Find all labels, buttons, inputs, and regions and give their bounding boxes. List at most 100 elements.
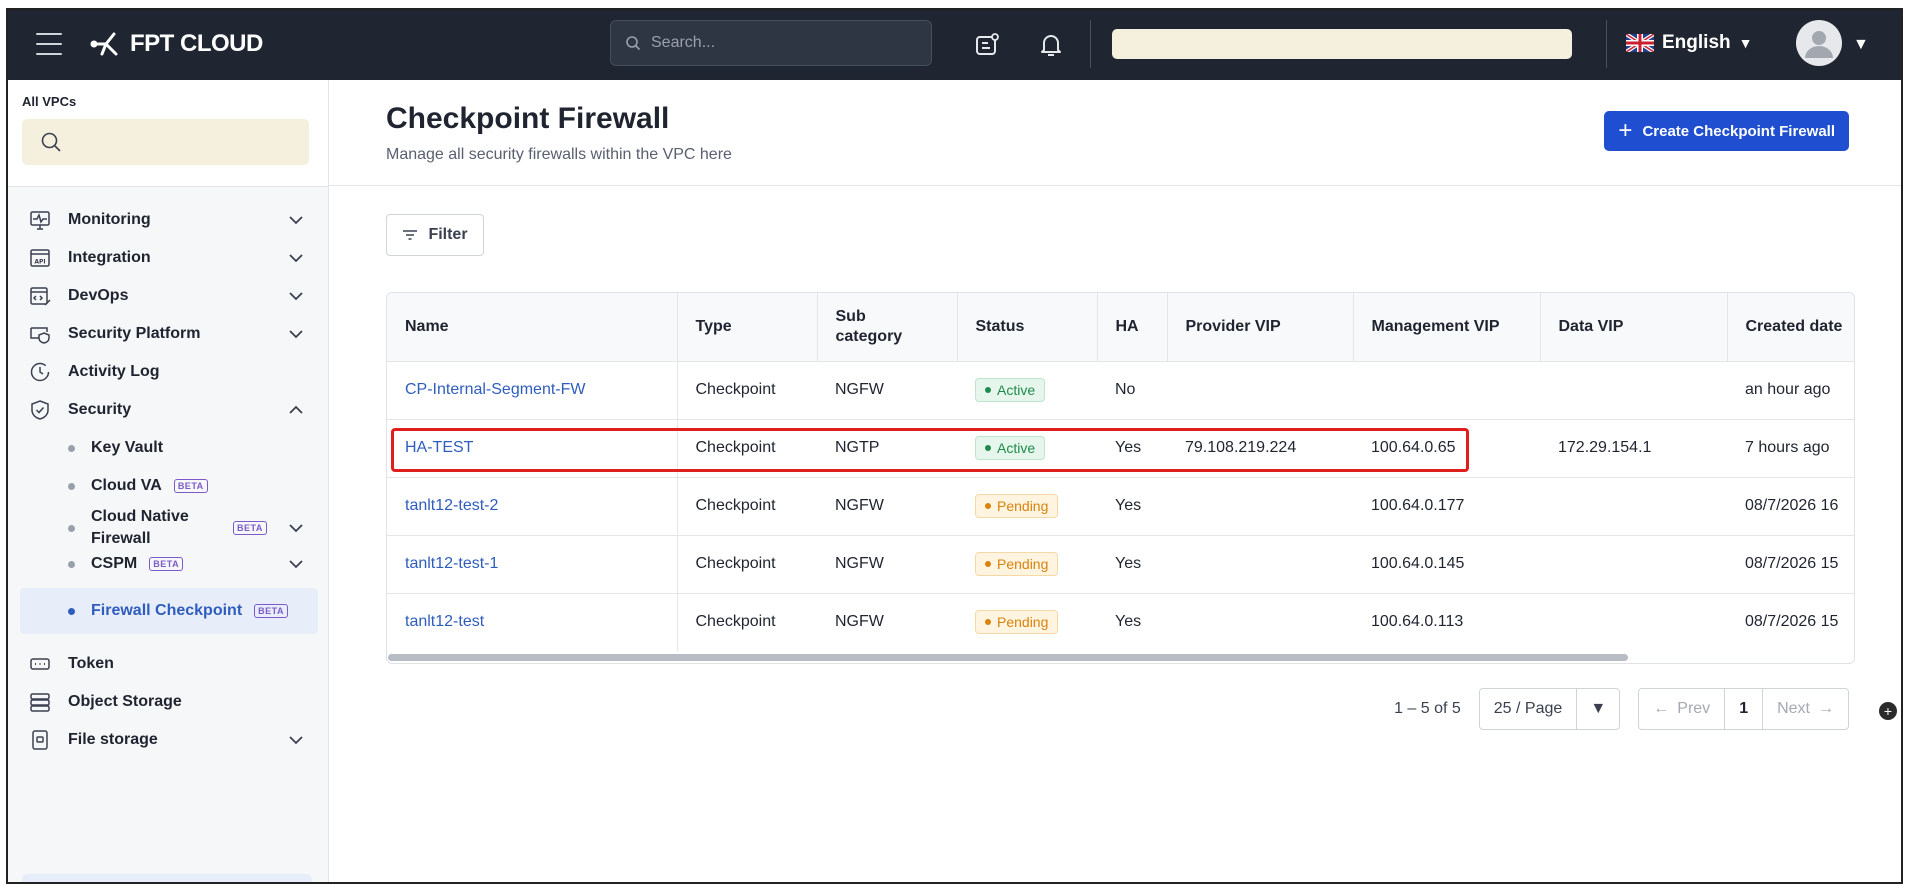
sidebar-item-label: Security <box>68 401 132 418</box>
table-row[interactable]: CP-Internal-Segment-FW Checkpoint NGFW A… <box>387 361 1854 420</box>
column-header-data-vip[interactable]: Data VIP <box>1540 293 1728 362</box>
sidebar-item-label: Object Storage <box>68 693 182 710</box>
sidebar-item-object-storage[interactable]: Object Storage <box>20 682 318 722</box>
vpc-selector: All VPCs <box>8 80 328 187</box>
beta-badge: BETA <box>149 557 184 571</box>
caret-down-icon[interactable]: ▼ <box>1577 689 1619 729</box>
data-vip-cell <box>1540 361 1727 420</box>
table-row[interactable]: tanlt12-test Checkpoint NGFW Pending Yes… <box>387 593 1854 651</box>
pagination-range: 1 – 5 of 5 <box>1394 700 1461 717</box>
horizontal-scrollbar[interactable] <box>388 654 1628 661</box>
clock-icon <box>30 362 50 382</box>
header-divider <box>1090 20 1091 68</box>
management-vip-cell <box>1353 361 1540 420</box>
status-cell: Pending <box>957 593 1097 651</box>
status-badge: Pending <box>975 494 1059 518</box>
global-search[interactable]: Search... <box>610 20 932 66</box>
chevron-up-icon <box>289 405 303 414</box>
status-badge: Active <box>975 436 1046 460</box>
column-header-sub-category[interactable]: Sub category <box>817 293 958 362</box>
column-header-status[interactable]: Status <box>957 293 1098 362</box>
language-selector[interactable]: English ▼ <box>1626 32 1752 54</box>
sidebar-item-integration[interactable]: API Integration <box>20 238 318 278</box>
sidebar-item-security-platform[interactable]: Security Platform <box>20 314 318 354</box>
sub-category-cell: NGFW <box>817 477 957 536</box>
provider-vip-cell <box>1167 535 1353 594</box>
column-header-created-date[interactable]: Created date <box>1727 293 1854 362</box>
management-vip-cell: 100.64.0.177 <box>1353 477 1540 536</box>
prev-page-button[interactable]: ← Prev <box>1639 689 1724 729</box>
fpt-logo-icon <box>90 32 118 56</box>
logo[interactable]: FPT CLOUD <box>88 28 263 60</box>
page-title: Checkpoint Firewall <box>386 102 670 135</box>
filter-button[interactable]: Filter <box>386 214 484 256</box>
sidebar-item-label: CSPM <box>91 555 138 572</box>
caret-down-icon: ▼ <box>1738 35 1753 51</box>
provider-vip-cell: 79.108.219.224 <box>1167 419 1353 478</box>
status-badge: Active <box>975 378 1046 402</box>
status-cell: Pending <box>957 477 1097 536</box>
sidebar-item-activity-log[interactable]: Activity Log <box>20 352 318 392</box>
sidebar-item-label: Cloud VA <box>91 477 162 494</box>
sidebar-item-monitoring[interactable]: Monitoring <box>20 200 318 240</box>
ha-cell: Yes <box>1097 419 1167 478</box>
next-page-button[interactable]: Next → <box>1763 689 1848 729</box>
table-row[interactable]: tanlt12-test-1 Checkpoint NGFW Pending Y… <box>387 535 1854 594</box>
svg-text:API: API <box>34 259 45 266</box>
type-cell: Checkpoint <box>677 535 817 594</box>
floating-plus-icon[interactable]: + <box>1879 702 1897 720</box>
plus-icon: + <box>1618 117 1633 144</box>
firewall-name-link[interactable]: tanlt12-test-1 <box>405 555 498 572</box>
sidebar-item-token[interactable]: Token <box>20 644 318 684</box>
table-row[interactable]: HA-TEST Checkpoint NGTP Active Yes 79.10… <box>387 419 1854 478</box>
bullet-dot <box>68 607 75 615</box>
firewall-name-link[interactable]: CP-Internal-Segment-FW <box>405 381 586 398</box>
column-header-type[interactable]: Type <box>677 293 818 362</box>
sidebar-item-devops[interactable]: DevOps <box>20 276 318 316</box>
header-redacted-field[interactable] <box>1112 29 1572 59</box>
chevron-down-icon <box>289 524 303 533</box>
sidebar-item-cloud-va[interactable]: Cloud VA BETA <box>20 466 318 506</box>
ha-cell: Yes <box>1097 477 1167 536</box>
ticket-icon[interactable] <box>974 32 1000 58</box>
column-header-management-vip[interactable]: Management VIP <box>1353 293 1541 362</box>
status-badge: Pending <box>975 610 1059 635</box>
column-header-ha[interactable]: HA <box>1097 293 1168 362</box>
menu-icon[interactable] <box>36 33 62 55</box>
current-page-button[interactable]: 1 <box>1724 689 1764 729</box>
chevron-down-icon <box>289 736 303 745</box>
management-vip-cell: 100.64.0.65 <box>1353 419 1540 478</box>
column-header-provider-vip[interactable]: Provider VIP <box>1167 293 1354 362</box>
search-placeholder: Search... <box>651 34 716 51</box>
back-to-old-ui-button[interactable]: Back to Old UI <box>22 874 312 882</box>
bell-icon[interactable] <box>1038 32 1064 58</box>
page-size-value: 25 / Page <box>1480 689 1578 729</box>
sidebar-item-firewall-checkpoint[interactable]: Firewall Checkpoint BETA <box>20 588 318 634</box>
chevron-down-icon <box>289 560 303 569</box>
page-size-select[interactable]: 25 / Page ▼ <box>1478 688 1621 730</box>
firewall-name-link[interactable]: tanlt12-test-2 <box>405 497 498 514</box>
storage-icon <box>30 693 50 712</box>
arrow-right-icon: → <box>1818 700 1834 717</box>
avatar-caret-icon[interactable]: ▼ <box>1853 36 1869 54</box>
firewall-name-link[interactable]: tanlt12-test <box>405 613 484 630</box>
firewall-name-link[interactable]: HA-TEST <box>405 439 473 456</box>
token-icon <box>30 658 50 670</box>
sidebar-item-cspm[interactable]: CSPM BETA <box>20 544 318 584</box>
avatar[interactable] <box>1796 20 1842 66</box>
table-row[interactable]: tanlt12-test-2 Checkpoint NGFW Pending Y… <box>387 477 1854 536</box>
sidebar-item-key-vault[interactable]: Key Vault <box>20 428 318 468</box>
ha-cell: No <box>1097 361 1167 420</box>
page-subtitle: Manage all security firewalls within the… <box>386 146 732 163</box>
user-icon <box>1805 31 1833 58</box>
sidebar-item-security[interactable]: Security <box>20 390 318 430</box>
app-frame: FPT CLOUD Search... English ▼ ▼ All VPCs… <box>6 8 1903 884</box>
column-header-name[interactable]: Name <box>387 293 678 362</box>
sidebar-item-file-storage[interactable]: File storage <box>20 720 318 760</box>
main-content: Checkpoint Firewall Manage all security … <box>329 80 1901 882</box>
shield-icon <box>31 400 49 420</box>
create-checkpoint-firewall-button[interactable]: + Create Checkpoint Firewall <box>1604 111 1849 151</box>
sidebar-item-label: DevOps <box>68 287 129 304</box>
vpc-search-input[interactable] <box>22 119 309 165</box>
chevron-down-icon <box>289 292 303 301</box>
